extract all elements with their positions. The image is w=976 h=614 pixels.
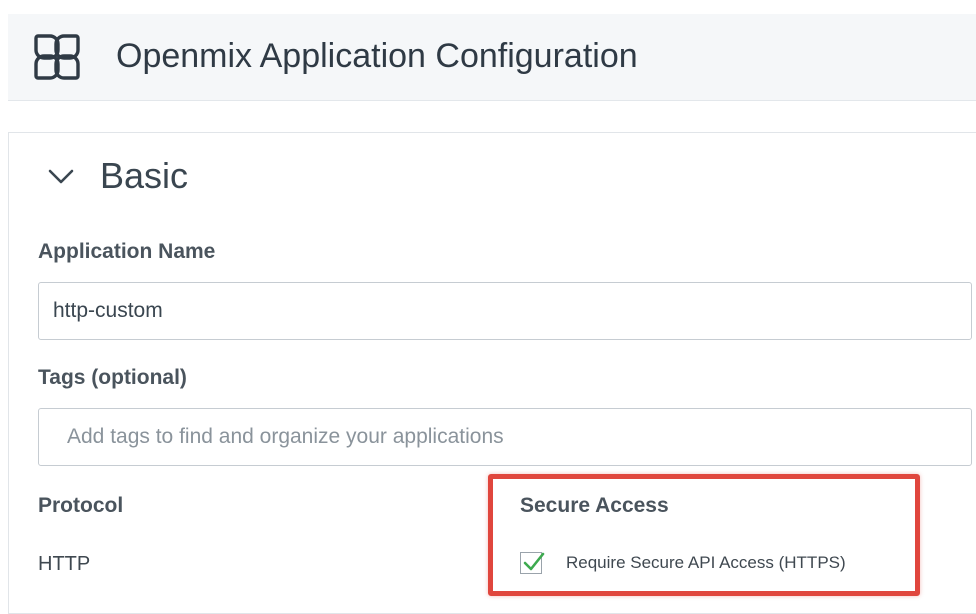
tags-input[interactable] [38, 408, 972, 466]
page-header: Openmix Application Configuration [8, 14, 976, 101]
secure-api-access-option[interactable]: Require Secure API Access (HTTPS) [520, 552, 846, 574]
secure-api-access-label: Require Secure API Access (HTTPS) [566, 553, 846, 572]
chevron-down-icon [48, 169, 74, 184]
application-name-label: Application Name [38, 240, 216, 263]
tags-label: Tags (optional) [38, 366, 187, 389]
application-name-input[interactable] [38, 282, 972, 340]
page-title: Openmix Application Configuration [116, 37, 638, 75]
section-title: Basic [100, 155, 189, 196]
openmix-logo-icon [34, 34, 80, 80]
secure-access-highlight [488, 474, 920, 596]
secure-api-access-checkbox[interactable] [520, 552, 545, 574]
basic-section-toggle[interactable]: Basic [46, 156, 188, 196]
protocol-label: Protocol [38, 494, 124, 517]
protocol-value: HTTP [38, 553, 91, 575]
secure-access-label: Secure Access [520, 494, 669, 517]
checkmark-icon [523, 552, 545, 571]
